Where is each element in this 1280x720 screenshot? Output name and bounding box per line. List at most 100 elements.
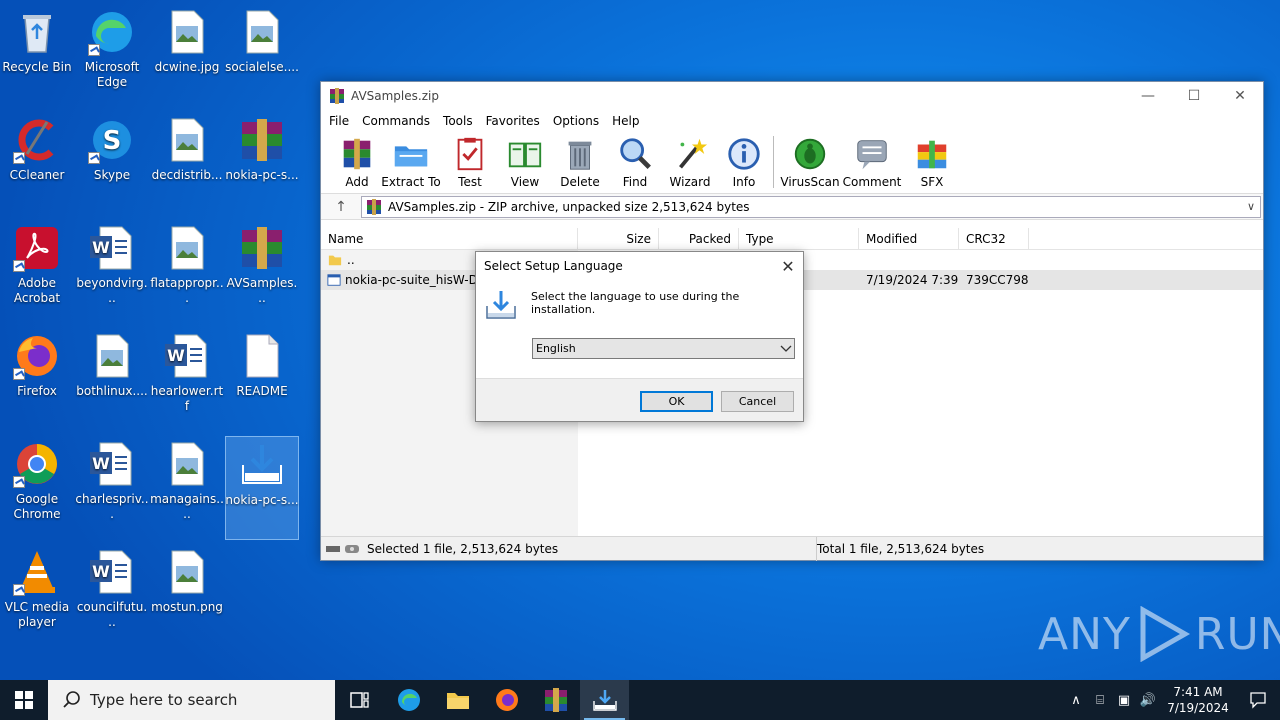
blank-icon [238, 332, 286, 380]
desktop-icon-beyondvirg[interactable]: Wbeyondvirg... [75, 220, 149, 324]
desktop-icon-nokia-pc-suite-setup[interactable]: nokia-pc-s... [225, 436, 299, 540]
desktop-icon-nokia-pc-suite-archive[interactable]: nokia-pc-s... [225, 112, 299, 216]
desktop-icon-google-chrome[interactable]: Google Chrome [0, 436, 74, 540]
view-button[interactable]: View [499, 134, 551, 190]
address-text: AVSamples.zip - ZIP archive, unpacked si… [388, 199, 750, 214]
taskbar-file-explorer[interactable] [433, 680, 482, 720]
menu-help[interactable]: Help [612, 114, 639, 128]
test-button[interactable]: Test [441, 134, 499, 190]
desktop-icon-charlespriv[interactable]: Wcharlespriv... [75, 436, 149, 540]
chevron-down-icon[interactable]: ∨ [1242, 200, 1260, 213]
address-field[interactable]: AVSamples.zip - ZIP archive, unpacked si… [361, 195, 1261, 218]
image-icon [163, 224, 211, 272]
extract-to-button[interactable]: Extract To [381, 134, 441, 190]
menu-tools[interactable]: Tools [443, 114, 473, 128]
desktop-icon-socialelse[interactable]: socialelse.... [225, 4, 299, 108]
taskbar-search-box[interactable]: Type here to search [48, 680, 335, 720]
desktop-icon-mostun-png[interactable]: mostun.png [150, 544, 224, 648]
delete-button[interactable]: Delete [551, 134, 609, 190]
comment-button[interactable]: Comment [840, 134, 904, 190]
column-type[interactable]: Type [739, 228, 859, 250]
winrar-titlebar[interactable]: AVSamples.zip — ☐ ✕ [321, 82, 1263, 110]
clock[interactable]: 7:41 AM 7/19/2024 [1160, 684, 1236, 716]
desktop-icon-avsamples[interactable]: AVSamples... [225, 220, 299, 324]
desktop-icon-skype[interactable]: S Skype [75, 112, 149, 216]
column-packed[interactable]: Packed [659, 228, 739, 250]
desktop-icon-label: nokia-pc-s... [225, 493, 299, 507]
info-icon [728, 138, 760, 170]
column-name[interactable]: Name [321, 228, 578, 250]
desktop-icon-microsoft-edge[interactable]: Microsoft Edge [75, 4, 149, 108]
volume-icon[interactable]: 🔊 [1136, 680, 1160, 720]
image-icon [163, 8, 211, 56]
desktop-icon-bothlinux[interactable]: bothlinux.... [75, 328, 149, 432]
cancel-button[interactable]: Cancel [721, 391, 794, 412]
find-button[interactable]: Find [609, 134, 661, 190]
taskbar-winrar[interactable] [531, 680, 580, 720]
trash-icon [568, 141, 592, 170]
desktop-icon-dcwine-jpg[interactable]: dcwine.jpg [150, 4, 224, 108]
desktop-icon-label: VLC media player [4, 600, 70, 629]
taskbar-setup[interactable] [580, 680, 629, 720]
desktop-icon-label: README [236, 384, 288, 398]
minimize-button[interactable]: — [1125, 82, 1171, 110]
winrar-icon [238, 224, 286, 272]
desktop-icon-vlc-media-player[interactable]: VLC media player [0, 544, 74, 648]
desktop-icon-label: Recycle Bin [2, 60, 72, 74]
info-button[interactable]: Info [719, 134, 769, 190]
dialog-footer: OK Cancel [476, 378, 803, 421]
column-size[interactable]: Size [578, 228, 659, 250]
wizard-button[interactable]: Wizard [661, 134, 719, 190]
desktop-icon-adobe-acrobat[interactable]: Adobe Acrobat [0, 220, 74, 324]
dialog-close-button[interactable]: ✕ [773, 252, 803, 280]
menu-file[interactable]: File [329, 114, 349, 128]
column-modified[interactable]: Modified [859, 228, 959, 250]
image-icon [163, 548, 211, 596]
chevron-up-icon[interactable]: ∧ [1064, 680, 1088, 720]
taskbar-firefox[interactable] [482, 680, 531, 720]
network-status-icon[interactable]: ⌸ [1088, 680, 1112, 720]
menu-commands[interactable]: Commands [362, 114, 430, 128]
menu-bar: File Commands Tools Favorites Options He… [321, 110, 1263, 132]
taskbar-edge[interactable] [384, 680, 433, 720]
desktop-icon-recycle-bin[interactable]: Recycle Bin [0, 4, 74, 108]
up-arrow-icon[interactable]: ↑ [321, 194, 361, 220]
add-button[interactable]: Add [333, 134, 381, 190]
menu-options[interactable]: Options [553, 114, 599, 128]
chrome-icon [13, 440, 61, 488]
desktop-icon-flatappropr[interactable]: flatappropr... [150, 220, 224, 324]
desktop-icon-hearlower-rtf[interactable]: Whearlower.rtf [150, 328, 224, 432]
ok-button[interactable]: OK [640, 391, 713, 412]
desktop-icon-readme[interactable]: README [225, 328, 299, 432]
desktop-icon-firefox[interactable]: Firefox [0, 328, 74, 432]
close-button[interactable]: ✕ [1217, 82, 1263, 110]
language-select-value: English [536, 342, 576, 355]
search-placeholder: Type here to search [90, 691, 238, 709]
sfx-button[interactable]: SFX [904, 134, 960, 190]
add-icon [343, 138, 371, 170]
taskbar: Type here to search ∧ ⌸ ▣ 🔊 7:41 AM 7/19… [0, 680, 1280, 720]
word-icon: W [88, 224, 136, 272]
menu-favorites[interactable]: Favorites [486, 114, 540, 128]
desktop-icon-ccleaner[interactable]: CCleaner [0, 112, 74, 216]
winrar-app-icon [330, 88, 344, 104]
desktop-icon-councilfutu[interactable]: Wcouncilfutu... [75, 544, 149, 648]
shortcut-arrow-icon [13, 368, 25, 380]
virusscan-button[interactable]: VirusScan [780, 134, 840, 190]
start-button[interactable] [0, 680, 48, 720]
desktop-icon-managains[interactable]: managains.... [150, 436, 224, 540]
language-select[interactable]: English [532, 338, 795, 359]
desktop-icon-decdistrib[interactable]: decdistrib... [150, 112, 224, 216]
toolbar: Add Extract To Test View Delete Find Wiz… [321, 132, 1263, 194]
desktop-icon-label: hearlower.rtf [150, 384, 224, 413]
column-crc32[interactable]: CRC32 [959, 228, 1029, 250]
network-icon[interactable]: ▣ [1112, 680, 1136, 720]
svg-text:W: W [92, 562, 110, 581]
shortcut-arrow-icon [13, 476, 25, 488]
search-icon [63, 691, 80, 708]
task-view-button[interactable] [335, 680, 384, 720]
notification-button[interactable] [1236, 680, 1280, 720]
dialog-titlebar[interactable]: Select Setup Language ✕ [476, 252, 803, 280]
maximize-button[interactable]: ☐ [1171, 82, 1217, 110]
shortcut-arrow-icon [13, 260, 25, 272]
